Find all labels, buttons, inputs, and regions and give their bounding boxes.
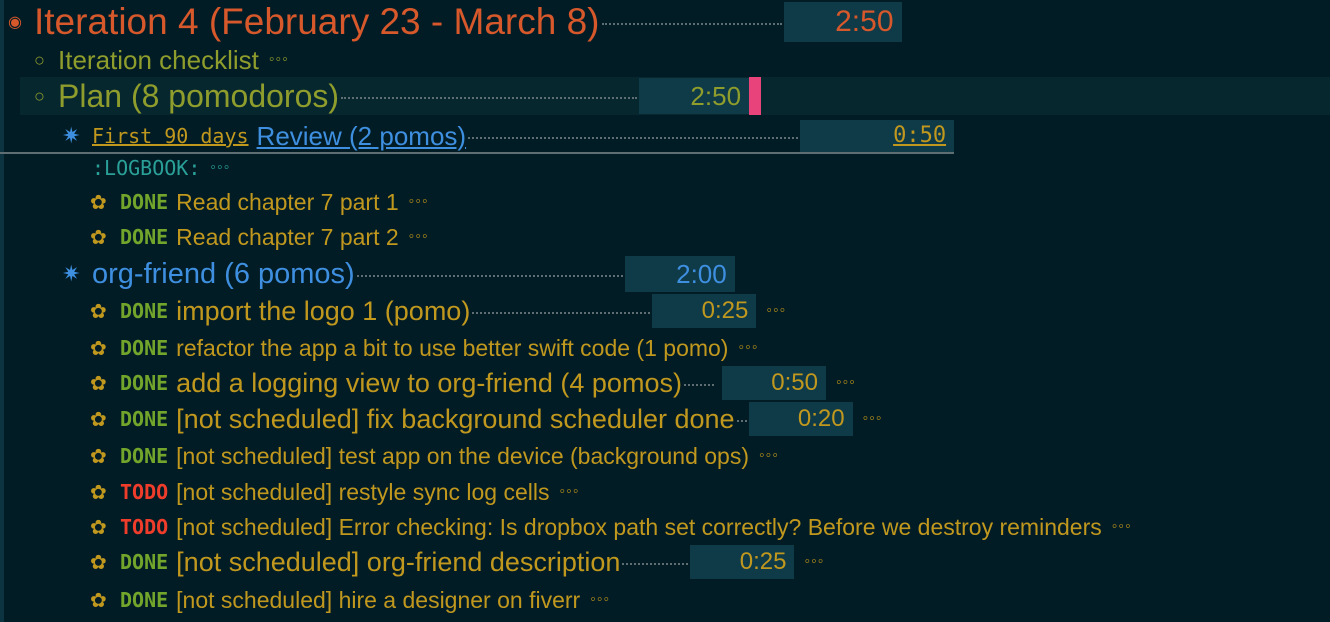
fold-ellipsis-icon[interactable]: ◦◦◦ [804,553,824,571]
fold-ellipsis-icon[interactable]: ◦◦◦ [1112,518,1132,536]
task-item[interactable]: ✿ DONE [not scheduled] test app on the d… [0,441,779,471]
fold-ellipsis-icon[interactable]: ◦◦◦ [210,159,230,177]
dotted-leader [472,312,651,314]
done-keyword: DONE [120,407,169,431]
heading-title: Iteration 4 (February 23 - March 8) [34,1,600,42]
dotted-leader [736,420,747,422]
flower-bullet-icon: ✿ [90,589,107,612]
heading-title: Review (2 pomos) [256,120,467,151]
heading-org-friend[interactable]: ✷ org-friend (6 pomos) 2:00 [0,256,735,292]
clock-time: 2:50 [783,2,902,42]
done-keyword: DONE [120,336,169,360]
task-item[interactable]: ✿ DONE Read chapter 7 part 2 ◦◦◦ [0,222,429,252]
fold-ellipsis-icon[interactable]: ◦◦◦ [409,228,429,246]
task-item[interactable]: ✿ DONE import the logo 1 (pomo) 0:25 ◦◦◦ [0,294,786,328]
done-keyword: DONE [120,371,169,395]
heading-review[interactable]: ✷ First 90 days Review (2 pomos) 0:50 [0,120,955,154]
done-keyword: DONE [120,588,169,612]
fold-ellipsis-icon[interactable]: ◦◦◦ [863,410,883,428]
task-text: Read chapter 7 part 2 [176,223,399,250]
clock-time: 2:50 [639,78,750,114]
clock-time: 0:25 [690,545,795,579]
heading-title: Plan (8 pomodoros) [58,77,340,114]
heading-title: org-friend (6 pomos) [92,257,355,290]
task-item[interactable]: ✿ DONE refactor the app a bit to use bet… [0,333,758,363]
fold-ellipsis-icon[interactable]: ◦◦◦ [766,302,786,320]
flower-bullet-icon: ✿ [90,516,107,539]
task-text: Read chapter 7 part 1 [176,188,399,215]
task-text: [not scheduled] test app on the device (… [176,442,749,469]
task-text: import the logo 1 (pomo) [176,295,471,326]
fold-ellipsis-icon[interactable]: ◦◦◦ [559,483,579,501]
done-keyword: DONE [120,299,169,323]
dotted-leader [341,97,638,99]
flower-bullet-icon: ✿ [90,481,107,504]
dotted-leader [468,137,799,139]
task-text: [not scheduled] fix background scheduler… [176,403,735,434]
task-item[interactable]: ✿ TODO [not scheduled] Error checking: I… [0,512,1132,542]
task-item[interactable]: ✿ DONE [not scheduled] fix background sc… [0,402,883,436]
task-item[interactable]: ✿ DONE [not scheduled] org-friend descri… [0,545,824,579]
task-text: [not scheduled] restyle sync log cells [176,478,550,505]
flower-bullet-icon: ✿ [90,372,107,395]
done-keyword: DONE [120,444,169,468]
task-item[interactable]: ✿ DONE Read chapter 7 part 1 ◦◦◦ [0,187,429,217]
heading-title: Iteration checklist [58,44,259,75]
heading-prefix: First 90 days [92,124,249,148]
heading-plan[interactable]: ○ Plan (8 pomodoros) 2:50 [0,77,762,115]
dotted-leader [622,563,689,565]
task-item[interactable]: ✿ DONE [not scheduled] hire a designer o… [0,585,610,615]
todo-keyword: TODO [120,515,169,539]
task-text: [not scheduled] org-friend description [176,546,621,577]
heading-iteration[interactable]: ◉ Iteration 4 (February 23 - March 8) 2:… [0,1,902,42]
done-keyword: DONE [120,225,169,249]
flower-bullet-icon: ✿ [90,226,107,249]
dotted-leader [683,384,714,386]
dotted-leader [601,23,782,25]
done-keyword: DONE [120,190,169,214]
fold-ellipsis-icon[interactable]: ◦◦◦ [836,374,856,392]
fold-ellipsis-icon[interactable]: ◦◦◦ [738,339,758,357]
fold-ellipsis-icon[interactable]: ◦◦◦ [409,193,429,211]
text-cursor [749,77,762,115]
fold-ellipsis-icon[interactable]: ◦◦◦ [759,447,779,465]
fold-ellipsis-icon[interactable]: ◦◦◦ [590,591,610,609]
fold-ellipsis-icon[interactable]: ◦◦◦ [269,51,289,69]
task-text: [not scheduled] hire a designer on fiver… [176,586,581,613]
clock-time: 0:25 [652,294,757,328]
done-keyword: DONE [120,550,169,574]
logbook-label: :LOGBOOK: [92,156,201,180]
flower-bullet-icon: ✿ [90,337,107,360]
logbook-drawer[interactable]: :LOGBOOK: ◦◦◦ [0,154,230,182]
task-text: [not scheduled] Error checking: Is dropb… [176,513,1102,540]
task-item[interactable]: ✿ TODO [not scheduled] restyle sync log … [0,477,580,507]
task-text: refactor the app a bit to use better swi… [176,334,729,361]
flower-bullet-icon: ✿ [90,191,107,214]
flower-bullet-icon: ✿ [90,408,107,431]
task-text: add a logging view to org-friend (4 pomo… [176,367,682,398]
task-item[interactable]: ✿ DONE add a logging view to org-friend … [0,366,856,400]
flower-bullet-icon: ✿ [90,445,107,468]
clock-time: 0:50 [800,120,955,152]
flower-bullet-icon: ✿ [90,300,107,323]
clock-time: 2:00 [624,256,735,292]
dotted-leader [356,275,623,277]
heading-bullet-icon: ◉ [8,14,22,31]
flower-bullet-icon: ✿ [90,551,107,574]
heading-bullet-icon: ○ [34,49,45,70]
todo-keyword: TODO [120,480,169,504]
star-bullet-icon: ✷ [62,123,81,148]
heading-checklist[interactable]: ○ Iteration checklist ◦◦◦ [0,45,289,75]
heading-bullet-icon: ○ [34,85,45,106]
clock-time: 0:20 [748,402,853,436]
clock-time: 0:50 [721,366,826,400]
star-bullet-icon: ✷ [62,261,81,286]
